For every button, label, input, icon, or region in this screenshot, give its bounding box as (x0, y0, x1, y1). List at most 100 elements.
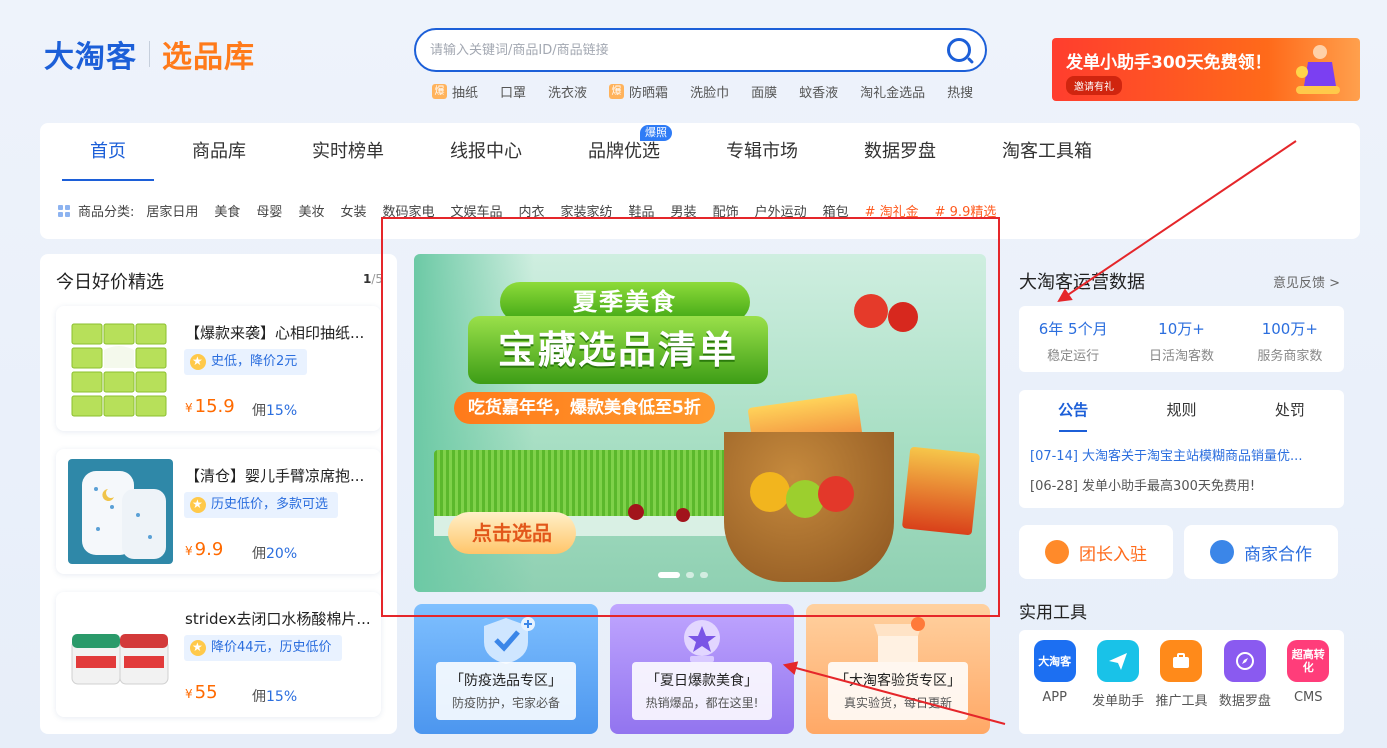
ops-stats: 6年 5个月 稳定运行 10万+ 日活淘客数 100万+ 服务商家数 (1019, 306, 1344, 372)
hero-banner[interactable]: 夏季美食 宝藏选品清单 吃货嘉年华，爆款美食低至5折 点击选品 (414, 254, 986, 592)
carousel-dot[interactable] (686, 572, 694, 578)
banner-headline: 宝藏选品清单 (468, 316, 768, 384)
category-item[interactable]: 美食 (214, 201, 240, 220)
category-item[interactable]: 数码家电 (382, 201, 434, 220)
stat-label: 稳定运行 (1047, 349, 1100, 364)
tab-penalty[interactable]: 处罚 (1236, 390, 1344, 434)
tab-product-library[interactable]: 商品库 (164, 123, 274, 181)
search-bar (414, 28, 987, 72)
tab-tip-center[interactable]: 线报中心 (422, 123, 550, 181)
category-item[interactable]: 女装 (340, 201, 366, 220)
product-tag-text: 历史低价，多款可选 (211, 497, 329, 512)
tab-data-compass[interactable]: 数据罗盘 (836, 123, 964, 181)
tab-album-market[interactable]: 专辑市场 (698, 123, 826, 181)
carousel-dot[interactable] (700, 572, 708, 578)
hotword-item[interactable]: 淘礼金选品 (860, 82, 925, 101)
category-item[interactable]: 母婴 (256, 201, 282, 220)
tab-realtime-ranking[interactable]: 实时榜单 (284, 123, 412, 181)
search-icon[interactable] (947, 38, 971, 62)
currency-symbol: ¥ (185, 544, 193, 558)
search-input[interactable] (430, 42, 947, 58)
tomato-image (888, 302, 918, 332)
carousel-dot[interactable] (658, 572, 680, 578)
hotword-label: 洗脸巾 (690, 86, 730, 101)
product-card[interactable]: 【爆款来袭】心相印抽纸... 史低，降价2元 ¥15.9 佣15% (56, 306, 381, 431)
tile-title: 「防疫选品专区」 (450, 673, 562, 689)
category-item-hot[interactable]: # 9.9精选 (935, 201, 997, 220)
fruit-image (750, 472, 790, 512)
tab-brand-picks[interactable]: 品牌优选 爆照 (560, 123, 688, 181)
category-item[interactable]: 配饰 (713, 201, 739, 220)
logo-main-text: 大淘客 (44, 40, 137, 75)
leader-join-button[interactable]: 团长入驻 (1019, 525, 1173, 579)
commission-label: 佣 (252, 689, 266, 705)
category-item-hot[interactable]: # 淘礼金 (865, 201, 919, 220)
category-item[interactable]: 居家日用 (146, 201, 198, 220)
category-item[interactable]: 鞋品 (629, 201, 655, 220)
star-icon (190, 491, 206, 517)
tab-rules[interactable]: 规则 (1127, 390, 1235, 434)
logo-divider (149, 41, 150, 67)
hotword-item[interactable]: 口罩 (500, 82, 526, 101)
category-item[interactable]: 美妆 (298, 201, 324, 220)
tab-brand-picks-label: 品牌优选 (588, 141, 660, 162)
hot-search-words: 爆抽纸 口罩 洗衣液 爆防晒霜 洗脸巾 面膜 蚊香液 淘礼金选品 热搜 (432, 82, 995, 101)
hotword-item[interactable]: 爆抽纸 (432, 82, 478, 101)
hotword-item[interactable]: 爆防晒霜 (609, 82, 668, 101)
category-item[interactable]: 箱包 (823, 201, 849, 220)
person-icon (1045, 540, 1069, 564)
leader-join-label: 团长入驻 (1079, 544, 1147, 565)
hotword-item[interactable]: 洗脸巾 (690, 82, 729, 101)
product-name: 【清仓】婴儿手臂凉席抱... (185, 467, 365, 485)
tile-inspection-zone[interactable]: 「大淘客验货专区」 真实验货，每日更新 (806, 604, 990, 734)
product-name: 【爆款来袭】心相印抽纸... (185, 324, 365, 342)
category-item[interactable]: 家装家纺 (561, 201, 613, 220)
notice-item[interactable]: [07-14] 大淘客关于淘宝主站模糊商品销量优... (1030, 445, 1335, 464)
tab-home[interactable]: 首页 (62, 123, 154, 181)
handshake-icon (1210, 540, 1234, 564)
tile-epidemic-zone[interactable]: 「防疫选品专区」 防疫防护，宅家必备 (414, 604, 598, 734)
product-commission: 佣20% (252, 543, 297, 563)
hotword-label: 蚊香液 (799, 86, 839, 101)
tool-promotion[interactable]: 推广工具 (1151, 630, 1211, 734)
tile-summer-food[interactable]: 「夏日爆款美食」 热销爆品，都在这里! (610, 604, 794, 734)
hotword-item[interactable]: 热搜 (947, 82, 973, 101)
tile-card: 「大淘客验货专区」 真实验货，每日更新 (828, 662, 968, 720)
briefcase-icon (1160, 640, 1203, 682)
merchant-coop-button[interactable]: 商家合作 (1184, 525, 1338, 579)
product-price: ¥55 (185, 682, 218, 703)
feedback-link[interactable]: 意见反馈 > (1273, 272, 1340, 291)
tool-publish-assistant[interactable]: 发单助手 (1088, 630, 1148, 734)
tool-label: APP (1042, 690, 1067, 705)
promo-banner[interactable]: 发单小助手300天免费领！ 邀请有礼 (1052, 38, 1360, 101)
tool-app[interactable]: 大淘客 APP (1025, 630, 1085, 734)
main-nav: 首页 商品库 实时榜单 线报中心 品牌优选 爆照 专辑市场 数据罗盘 淘客工具箱 (62, 123, 1130, 181)
logo[interactable]: 大淘客 选品库 (44, 34, 255, 75)
notice-item[interactable]: [06-28] 发单小助手最高300天免费用! (1030, 475, 1335, 494)
category-item[interactable]: 内衣 (519, 201, 545, 220)
hotword-item[interactable]: 面膜 (751, 82, 777, 101)
tool-data-compass[interactable]: 数据罗盘 (1215, 630, 1275, 734)
category-item[interactable]: 户外运动 (755, 201, 807, 220)
pager[interactable]: 1/5 (363, 272, 383, 286)
hotword-item[interactable]: 洗衣液 (548, 82, 587, 101)
product-card[interactable]: stridex去闭口水杨酸棉片... 降价44元，历史低价 ¥55 佣15% (56, 592, 381, 717)
cherry-image (628, 504, 644, 520)
hotword-item[interactable]: 蚊香液 (799, 82, 838, 101)
hotword-label: 淘礼金选品 (860, 86, 926, 101)
fruit-image (818, 476, 854, 512)
product-tag-text: 史低，降价2元 (211, 354, 298, 369)
category-item[interactable]: 文娱车品 (450, 201, 502, 220)
currency-symbol: ¥ (185, 687, 193, 701)
select-products-button[interactable]: 点击选品 (448, 512, 576, 554)
tool-label: 推广工具 (1155, 694, 1208, 709)
tab-announcement[interactable]: 公告 (1019, 390, 1127, 434)
price-value: 55 (194, 682, 218, 703)
tool-cms[interactable]: 超高转化 CMS (1278, 630, 1338, 734)
category-item[interactable]: 男装 (671, 201, 697, 220)
product-card[interactable]: 【清仓】婴儿手臂凉席抱... 历史低价，多款可选 ¥9.9 佣20% (56, 449, 381, 574)
tab-toolbox[interactable]: 淘客工具箱 (974, 123, 1120, 181)
tile-desc: 热销爆品，都在这里! (645, 696, 759, 710)
stat-value: 10万+ (1158, 320, 1205, 338)
ops-data-title: 大淘客运营数据 (1019, 268, 1145, 294)
